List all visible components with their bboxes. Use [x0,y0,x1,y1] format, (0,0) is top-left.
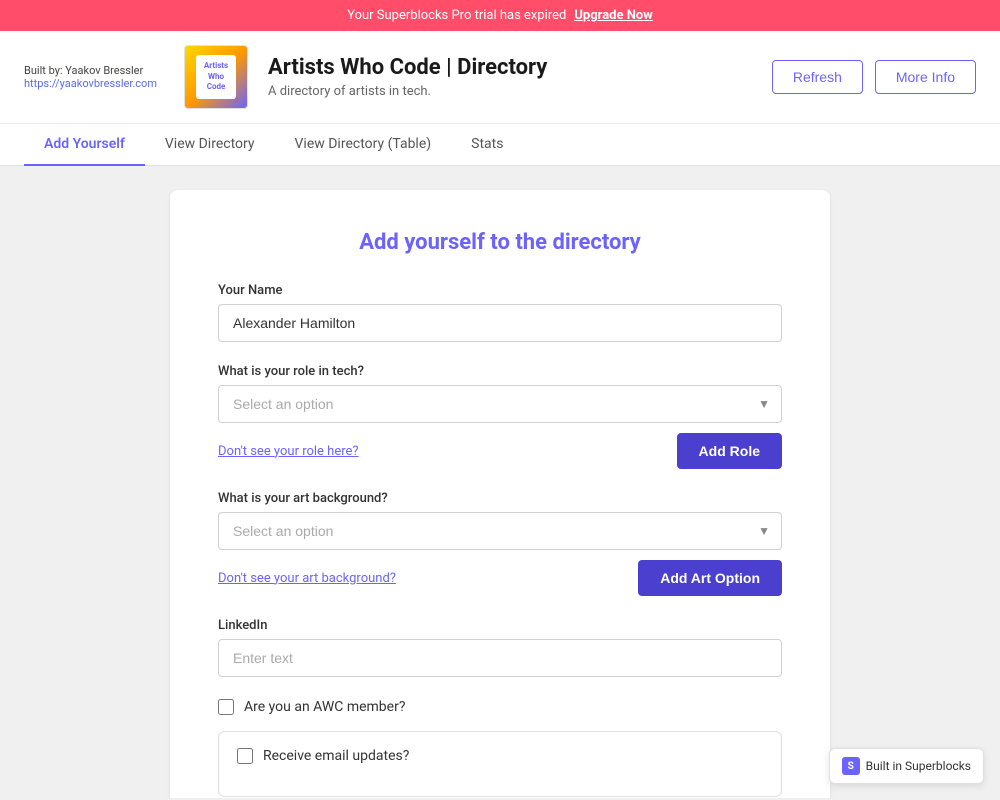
art-label: What is your art background? [218,491,782,506]
role-link[interactable]: Don't see your role here? [218,444,663,459]
built-by-label: Built by: Yaakov Bressler [24,64,164,77]
form-card: Add yourself to the directory Your Name … [170,190,830,798]
email-updates-label[interactable]: Receive email updates? [263,748,409,764]
name-input[interactable] [218,304,782,342]
tab-view-directory-table[interactable]: View Directory (Table) [275,124,452,166]
form-title: Add yourself to the directory [218,230,782,255]
refresh-button[interactable]: Refresh [772,60,863,94]
add-role-button[interactable]: Add Role [677,433,782,469]
app-subtitle: A directory of artists in tech. [268,84,752,99]
built-by-url[interactable]: https://yaakovbressler.com [24,77,157,90]
art-link[interactable]: Don't see your art background? [218,571,624,586]
tab-view-directory[interactable]: View Directory [145,124,275,166]
add-art-row: Don't see your art background? Add Art O… [218,560,782,596]
linkedin-group: LinkedIn [218,618,782,677]
linkedin-input[interactable] [218,639,782,677]
upgrade-link[interactable]: Upgrade Now [574,8,652,23]
tabs-bar: Add Yourself View Directory View Directo… [0,124,1000,166]
superblocks-icon: S [842,757,860,775]
superblocks-badge: S Built in Superblocks [829,748,984,784]
name-group: Your Name [218,283,782,342]
superblocks-label: Built in Superblocks [866,759,971,773]
header-title-section: Artists Who Code | Directory A directory… [268,55,752,99]
banner-message: Your Superblocks Pro trial has expired [347,8,566,23]
role-select[interactable]: Select an option [218,385,782,423]
role-label: What is your role in tech? [218,364,782,379]
header-buttons: Refresh More Info [772,60,976,94]
add-role-row: Don't see your role here? Add Role [218,433,782,469]
art-group: What is your art background? Select an o… [218,491,782,596]
email-updates-box: Receive email updates? [218,731,782,797]
app-title: Artists Who Code | Directory [268,55,752,80]
add-art-button[interactable]: Add Art Option [638,560,782,596]
art-select[interactable]: Select an option [218,512,782,550]
tab-add-yourself[interactable]: Add Yourself [24,124,145,166]
awc-label[interactable]: Are you an AWC member? [244,699,405,715]
art-select-wrapper: Select an option ▼ [218,512,782,550]
awc-checkbox[interactable] [218,699,234,715]
built-by-section: Built by: Yaakov Bressler https://yaakov… [24,64,164,90]
awc-member-row: Are you an AWC member? [218,699,782,715]
email-updates-row: Receive email updates? [237,748,763,764]
role-select-wrapper: Select an option ▼ [218,385,782,423]
more-info-button[interactable]: More Info [875,60,976,94]
role-group: What is your role in tech? Select an opt… [218,364,782,469]
app-logo: ArtistsWhoCode [184,45,248,109]
tab-stats[interactable]: Stats [451,124,523,166]
header: Built by: Yaakov Bressler https://yaakov… [0,31,1000,124]
linkedin-label: LinkedIn [218,618,782,633]
trial-banner: Your Superblocks Pro trial has expired U… [0,0,1000,31]
main-content: Add yourself to the directory Your Name … [0,166,1000,798]
email-updates-checkbox[interactable] [237,748,253,764]
name-label: Your Name [218,283,782,298]
